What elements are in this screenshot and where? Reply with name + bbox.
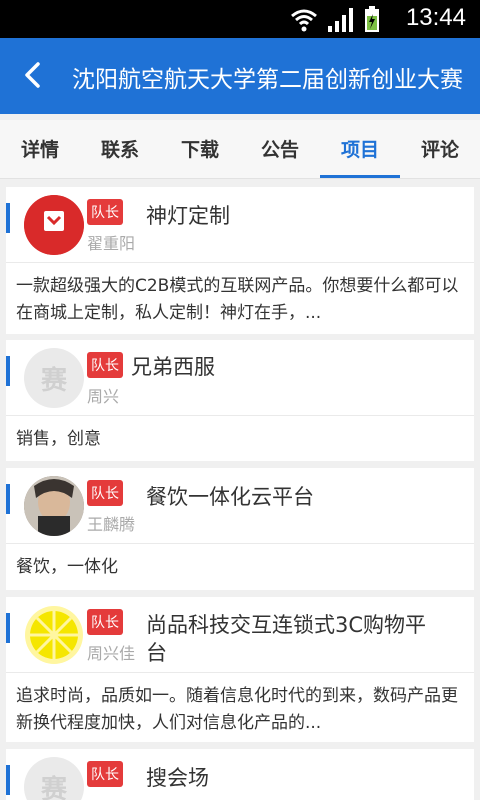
accent-bar [6, 765, 10, 795]
project-card[interactable]: 队长 餐饮一体化云平台 王麟腾 餐饮，一体化 [6, 468, 474, 590]
leader-badge: 队长 [87, 199, 123, 225]
tab-announcement[interactable]: 公告 [240, 120, 320, 178]
battery-icon [365, 6, 379, 32]
project-description: 追求时尚，品质如一。随着信息化时代的到来，数码产品更新换代程度加快，人们对信息化… [16, 686, 458, 733]
project-card-header: 队长 神灯定制 翟重阳 [6, 187, 474, 263]
project-description: 一款超级强大的C2B模式的互联网产品。你想要什么都可以在商城上定制，私人定制！神… [16, 276, 459, 323]
project-name-line-1[interactable]: 尚品科技交互连锁式3C购物平 [146, 609, 426, 639]
status-time: 13:44 [405, 4, 466, 31]
leader-name: 王麟腾 [87, 515, 136, 534]
status-bar: 13:44 [0, 0, 480, 38]
project-name[interactable]: 神灯定制 [146, 200, 230, 230]
status-icons [290, 6, 380, 32]
project-card[interactable]: 赛 队长 搜会场 [6, 749, 474, 800]
placeholder-logo-text: 赛 [40, 365, 67, 396]
app-bar: 沈阳航空航天大学第二届创新创业大赛 [0, 38, 480, 114]
project-description: 销售，创意 [16, 429, 101, 449]
project-name-line-2[interactable]: 台 [146, 637, 167, 667]
project-name[interactable]: 兄弟西服 [131, 351, 215, 381]
project-logo: 赛 [24, 757, 84, 800]
project-name[interactable]: 搜会场 [146, 762, 209, 792]
accent-bar [6, 356, 10, 386]
leader-badge: 队长 [87, 480, 123, 506]
project-card[interactable]: 队长 神灯定制 翟重阳 一款超级强大的C2B模式的互联网产品。你想要什么都可以在… [6, 187, 474, 334]
leader-name: 翟重阳 [87, 234, 136, 253]
tab-bar: 详情 联系 下载 公告 项目 评论 [0, 120, 480, 179]
project-card[interactable]: 队长 尚品科技交互连锁式3C购物平 台 周兴佳 追求时尚，品质如一。随着信息化时… [6, 597, 474, 742]
leader-badge: 队长 [87, 761, 123, 787]
lemon-logo-icon [25, 606, 83, 664]
leader-name: 周兴佳 [87, 644, 136, 663]
placeholder-logo-text: 赛 [40, 774, 67, 800]
accent-bar [6, 484, 10, 514]
project-card-header: 队长 餐饮一体化云平台 王麟腾 [6, 468, 474, 544]
wifi-icon [291, 9, 317, 32]
back-arrow-icon[interactable] [18, 60, 48, 90]
leader-badge: 队长 [87, 609, 123, 635]
project-card-header: 赛 队长 兄弟西服 周兴 [6, 340, 474, 416]
page-title: 沈阳航空航天大学第二届创新创业大赛 [72, 67, 463, 93]
signal-icon [328, 8, 353, 32]
accent-bar [6, 203, 10, 233]
project-card-header: 队长 尚品科技交互连锁式3C购物平 台 周兴佳 [6, 597, 474, 673]
project-card-header: 赛 队长 搜会场 [6, 749, 474, 800]
project-logo [24, 605, 84, 665]
tab-projects[interactable]: 项目 [320, 120, 400, 178]
leader-name: 周兴 [87, 387, 120, 406]
project-logo: 赛 [24, 348, 84, 408]
project-card[interactable]: 赛 队长 兄弟西服 周兴 销售，创意 [6, 340, 474, 461]
person-photo-icon [24, 476, 84, 536]
tab-comments[interactable]: 评论 [400, 120, 480, 178]
project-logo [24, 476, 84, 536]
project-description: 餐饮，一体化 [16, 557, 118, 577]
project-logo [24, 195, 84, 255]
tab-details[interactable]: 详情 [0, 120, 80, 178]
project-name[interactable]: 餐饮一体化云平台 [146, 481, 314, 511]
tab-download[interactable]: 下载 [160, 120, 240, 178]
lamp-logo-icon [24, 195, 84, 255]
leader-badge: 队长 [87, 352, 123, 378]
accent-bar [6, 613, 10, 643]
tab-contact[interactable]: 联系 [80, 120, 160, 178]
